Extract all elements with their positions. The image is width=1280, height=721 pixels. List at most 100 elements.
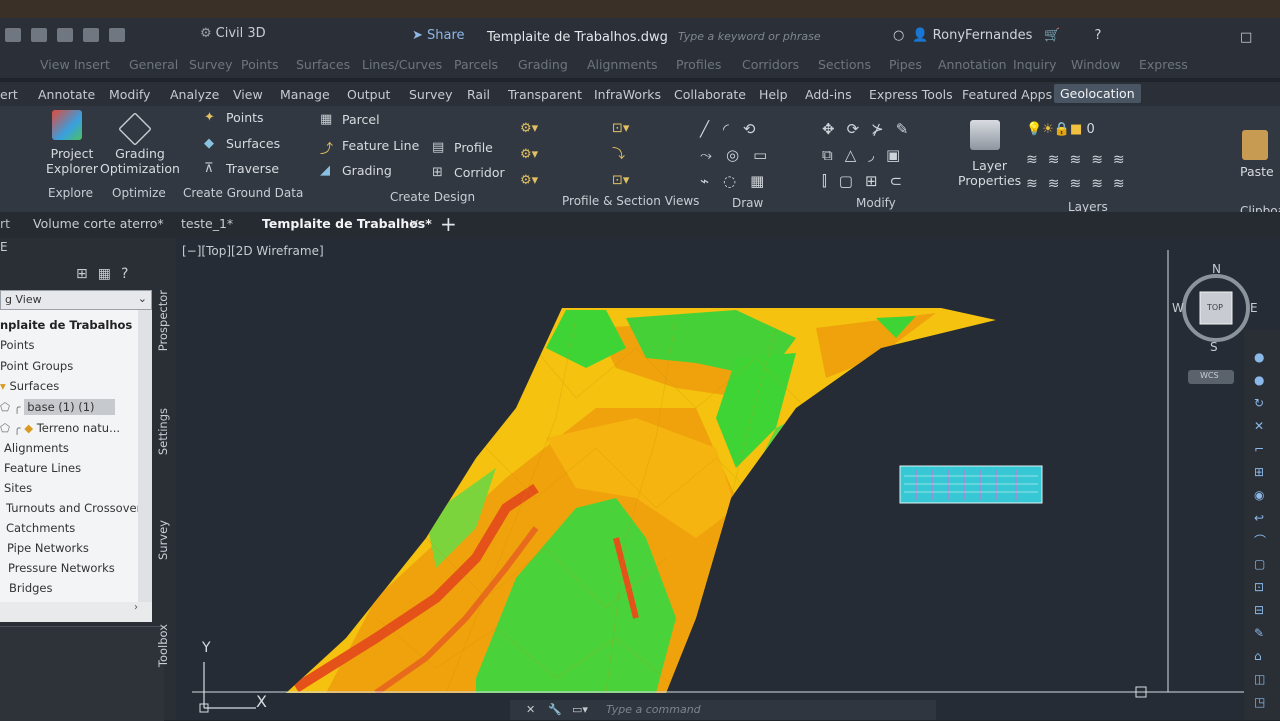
corridor-button[interactable]: Corridor	[454, 165, 505, 180]
tab-collaborate[interactable]: Collaborate	[674, 87, 746, 102]
tab-rail[interactable]: Rail	[467, 87, 490, 102]
chevron-right-icon[interactable]: ›	[134, 602, 152, 613]
open-icon[interactable]	[5, 28, 21, 42]
share-button[interactable]: ➤ Share	[412, 28, 465, 43]
tab-infraworks[interactable]: InfraWorks	[594, 87, 661, 102]
points-button[interactable]: Points	[226, 110, 264, 125]
tab-output[interactable]: Output	[347, 87, 390, 102]
user-account[interactable]: ○ 👤 RonyFernandes 🛒?	[893, 28, 1101, 43]
surface-analysis-mesh[interactable]	[176, 238, 1280, 720]
plot-icon[interactable]	[83, 28, 99, 42]
panel-draw[interactable]: Draw	[732, 196, 763, 210]
tab-prospector[interactable]: Prospector	[156, 290, 170, 351]
wrench-icon[interactable]: 🔧	[548, 703, 562, 716]
compass-n[interactable]: N	[1212, 262, 1221, 276]
tab-annotate[interactable]: Annotate	[38, 87, 95, 102]
layer-state-icons[interactable]: 💡☀🔒■ 0	[1026, 122, 1095, 137]
tab-modify[interactable]: Modify	[109, 87, 150, 102]
ribbon-view-tools[interactable]: ⊡▾ ⤵ ⊡▾	[612, 116, 629, 194]
tab-survey[interactable]: Survey	[409, 87, 452, 102]
project-explorer-icon[interactable]	[52, 110, 82, 140]
paste-button[interactable]: Paste	[1240, 164, 1274, 179]
draw-tools[interactable]: ╱◜⟲ ⤳◎▭ ⌁◌▦	[700, 116, 810, 190]
tree-scrollbar[interactable]	[138, 310, 152, 602]
wcs-menu[interactable]: WCS	[1200, 371, 1219, 380]
tab-settings[interactable]: Settings	[156, 408, 170, 455]
compass-w[interactable]: W	[1172, 301, 1184, 315]
help-icon[interactable]: ?	[1095, 28, 1102, 43]
menu-corridors[interactable]: Corridors	[742, 57, 799, 72]
tree-points[interactable]: Points	[0, 338, 35, 352]
menu-grading[interactable]: Grading	[518, 57, 568, 72]
window-close-icon[interactable]: □	[1240, 30, 1252, 45]
doc-tab-partial[interactable]: rt	[0, 216, 10, 231]
tab-toolbox[interactable]: Toolbox	[156, 624, 170, 667]
save-as-icon[interactable]	[57, 28, 73, 42]
modify-tools[interactable]: ✥⟳⊁✎ ⧉△◞▣ ⫿▢⊞⊂	[822, 116, 952, 190]
tree-surface-terreno[interactable]: ⬠ ╭ ◆ Terreno natu...	[0, 421, 120, 435]
menu-annotation[interactable]: Annotation	[938, 57, 1007, 72]
menu-lines-curves[interactable]: Lines/Curves	[362, 57, 442, 72]
compass-e[interactable]: E	[1250, 301, 1258, 315]
tab-add-ins[interactable]: Add-ins	[805, 87, 852, 102]
tab-featured-apps[interactable]: Featured Apps	[962, 87, 1052, 102]
tab-manage[interactable]: Manage	[280, 87, 330, 102]
view-dropdown[interactable]: g View ⌄	[0, 290, 152, 310]
feature-line-button[interactable]: Feature Line	[342, 138, 419, 153]
grading-optimization-icon[interactable]	[118, 112, 152, 146]
doc-tab-volume-corte-aterro[interactable]: Volume corte aterro*	[33, 216, 164, 231]
tree-surfaces[interactable]: ▾ Surfaces	[0, 379, 59, 393]
layer-properties-icon[interactable]	[970, 120, 1000, 150]
view-cube-top[interactable]: TOP	[1207, 303, 1223, 312]
tree-catchments[interactable]: Catchments	[6, 521, 75, 535]
menu-survey[interactable]: Survey	[189, 57, 232, 72]
toolspace-toolbar[interactable]: ⊞▦?	[76, 266, 138, 282]
traverse-button[interactable]: Traverse	[226, 161, 279, 176]
cart-icon[interactable]: 🛒	[1044, 28, 1060, 43]
compass-s[interactable]: S	[1210, 340, 1218, 354]
tree-root[interactable]: nplaite de Trabalhos	[0, 318, 132, 332]
layer-properties-button[interactable]: Layer Properties	[958, 158, 1021, 188]
menu-profiles[interactable]: Profiles	[676, 57, 721, 72]
command-input[interactable]: Type a command	[606, 703, 701, 716]
tree-pressure-networks[interactable]: Pressure Networks	[8, 561, 115, 575]
new-tab-icon[interactable]: +	[440, 212, 457, 236]
tree-bridges[interactable]: Bridges	[9, 581, 52, 595]
parcel-button[interactable]: Parcel	[342, 112, 380, 127]
menu-alignments[interactable]: Alignments	[587, 57, 658, 72]
tab-express-tools[interactable]: Express Tools	[869, 87, 953, 102]
search-input[interactable]: Type a keyword or phrase	[670, 28, 876, 50]
menu-pipes[interactable]: Pipes	[889, 57, 922, 72]
panel-create-ground-data[interactable]: Create Ground Data	[183, 186, 303, 200]
save-icon[interactable]	[31, 28, 47, 42]
tab-help[interactable]: Help	[759, 87, 788, 102]
menu-express[interactable]: Express	[1139, 57, 1188, 72]
right-tool-palette[interactable]: ● ● ↻ ✕ ⌐ ⊞ ◉ ↩ ⌒ ▢ ⊡ ⊟ ✎ ⌂ ◫ ◳	[1244, 330, 1280, 720]
menu-points[interactable]: Points	[241, 57, 279, 72]
workspace-switcher[interactable]: ⚙ Civil 3D	[200, 26, 266, 41]
menu-window[interactable]: Window	[1071, 57, 1120, 72]
paste-icon[interactable]	[1242, 130, 1268, 160]
tab-transparent[interactable]: Transparent	[508, 87, 582, 102]
tree-sites[interactable]: Sites	[4, 481, 32, 495]
menu-parcels[interactable]: Parcels	[454, 57, 498, 72]
tree-point-groups[interactable]: Point Groups	[0, 359, 73, 373]
grading-optimization-button[interactable]: Grading Optimization	[100, 146, 180, 176]
tab-geolocation[interactable]: Geolocation	[1054, 84, 1141, 103]
tab-survey[interactable]: Survey	[156, 520, 170, 560]
tree-pipe-networks[interactable]: Pipe Networks	[7, 541, 89, 555]
command-history-icon[interactable]: ▭▾	[572, 703, 588, 716]
menu-general[interactable]: General	[129, 57, 178, 72]
ribbon-small-tools[interactable]: ⚙▾ ⚙▾ ⚙▾	[520, 116, 538, 194]
tree-turnouts[interactable]: Turnouts and Crossovers	[6, 501, 147, 515]
palette-icons[interactable]: ● ● ↻ ✕ ⌐ ⊞ ◉ ↩ ⌒ ▢ ⊡ ⊟ ✎ ⌂ ◫ ◳	[1254, 346, 1266, 714]
prospector-tree[interactable]: nplaite de Trabalhos Points Point Groups…	[0, 310, 152, 622]
menu-insert[interactable]: Insert	[74, 57, 110, 72]
quick-access-toolbar[interactable]	[0, 24, 160, 46]
help-icon[interactable]: ?	[121, 266, 138, 282]
tree-hscrollbar[interactable]: ›	[0, 602, 152, 622]
tab-view[interactable]: View	[233, 87, 263, 102]
drawing-viewport[interactable]: [−][Top][2D Wireframe] N S W E TOP WCS Y…	[176, 238, 1280, 720]
tree-surface-base[interactable]: ⬠ ╭ base (1) (1)	[0, 399, 115, 415]
menu-surfaces[interactable]: Surfaces	[296, 57, 350, 72]
